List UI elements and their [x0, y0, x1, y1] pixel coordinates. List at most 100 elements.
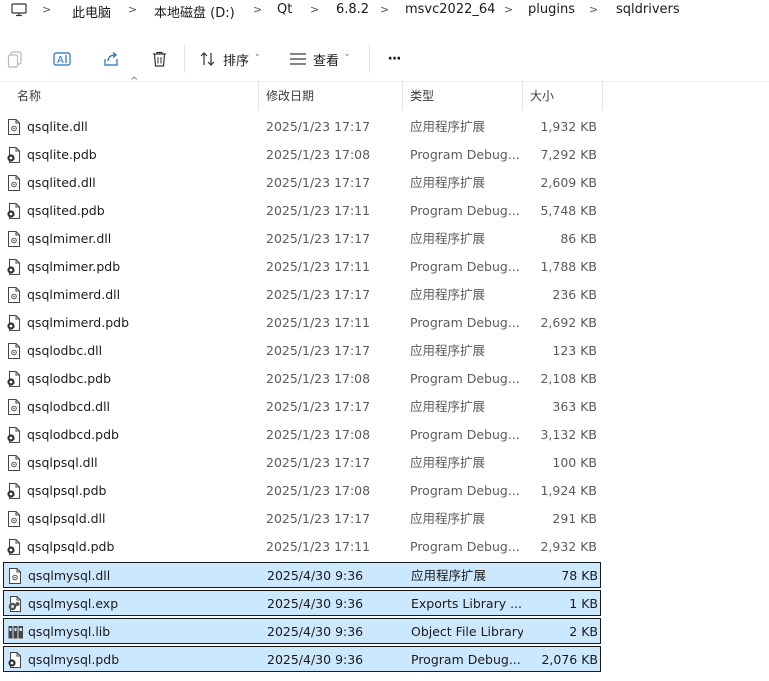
dll-file-icon: [8, 568, 22, 584]
file-type: 应用程序扩展: [410, 119, 486, 134]
pdb-file-icon: [7, 539, 21, 555]
sort-button[interactable]: 排序 ˅: [199, 46, 267, 72]
file-row[interactable]: qsqlmimer.dll 2025/1/23 17:17 应用程序扩展 86 KB: [3, 226, 601, 252]
file-date: 2025/1/23 17:17: [266, 343, 371, 358]
file-date: 2025/1/23 17:17: [266, 511, 371, 526]
breadcrumb-item[interactable]: msvc2022_64: [405, 2, 495, 17]
column-divider[interactable]: [602, 82, 603, 110]
file-date: 2025/1/23 17:17: [266, 175, 371, 190]
file-row[interactable]: qsqlodbc.pdb 2025/1/23 17:08 Program Debug…: [3, 366, 601, 392]
column-header-type[interactable]: 类型: [403, 82, 522, 110]
file-size: 2,076 KB: [541, 652, 598, 667]
file-type: Program Debug...: [410, 203, 520, 218]
dll-file-icon: [7, 175, 21, 191]
file-size: 236 KB: [552, 287, 597, 302]
column-header-size[interactable]: 大小: [523, 82, 602, 110]
view-label: 查看: [313, 53, 340, 69]
file-size: 3,132 KB: [540, 427, 597, 442]
file-name: qsqlpsqld.pdb: [27, 539, 115, 554]
file-row[interactable]: qsqlodbc.dll 2025/1/23 17:17 应用程序扩展 123 KB: [3, 338, 601, 364]
file-name: qsqlmimer.dll: [27, 231, 112, 246]
share-button[interactable]: [99, 46, 123, 72]
dll-file-icon: [7, 399, 21, 415]
file-row[interactable]: qsqlite.pdb 2025/1/23 17:08 Program Debug.…: [3, 142, 601, 168]
file-row[interactable]: qsqlite.dll 2025/1/23 17:17 应用程序扩展 1,932 KB: [3, 114, 601, 140]
file-date: 2025/1/23 17:11: [266, 315, 371, 330]
file-type: 应用程序扩展: [410, 231, 486, 246]
file-type: Program Debug...: [410, 539, 520, 554]
file-row[interactable]: qsqlpsql.dll 2025/1/23 17:17 应用程序扩展 100 KB: [3, 450, 601, 476]
file-date: 2025/4/30 9:36: [267, 596, 364, 611]
file-row[interactable]: qsqlpsqld.pdb 2025/1/23 17:11 Program Debu…: [3, 534, 601, 560]
file-size: 123 KB: [552, 343, 597, 358]
breadcrumb: > 此电脑 > 本地磁盘 (D:) > Qt > 6.8.2 > msvc202…: [0, 0, 769, 22]
file-name: qsqlmysql.pdb: [28, 652, 120, 667]
more-options-button[interactable]: ···: [381, 46, 407, 72]
file-row[interactable]: qsqlmysql.exp 2025/4/30 9:36 Exports Libra…: [3, 590, 601, 616]
dll-file-icon: [7, 343, 21, 359]
file-name: qsqlmimer.pdb: [27, 259, 121, 274]
column-header: ^ 名称 修改日期 类型 大小: [0, 76, 769, 110]
command-bar: A 排序 ˅ 查看 ˅ ···: [0, 36, 769, 82]
pdb-file-icon: [8, 652, 22, 668]
file-size: 5,748 KB: [540, 203, 597, 218]
file-size: 1,788 KB: [540, 259, 597, 274]
file-row[interactable]: qsqlmysql.dll 2025/4/30 9:36 应用程序扩展 78 KB: [3, 562, 601, 588]
file-row[interactable]: qsqlodbcd.pdb 2025/1/23 17:08 Program Debu…: [3, 422, 601, 448]
computer-icon[interactable]: [11, 3, 27, 20]
file-row[interactable]: qsqlmimerd.dll 2025/1/23 17:17 应用程序扩展 236 K…: [3, 282, 601, 308]
file-size: 1,924 KB: [540, 483, 597, 498]
file-date: 2025/1/23 17:17: [266, 287, 371, 302]
file-name: qsqlpsql.dll: [27, 455, 98, 470]
file-row[interactable]: qsqlpsqld.dll 2025/1/23 17:17 应用程序扩展 291 KB: [3, 506, 601, 532]
file-row[interactable]: qsqlpsql.pdb 2025/1/23 17:08 Program Debug…: [3, 478, 601, 504]
lib-file-icon: [8, 624, 23, 640]
file-type: 应用程序扩展: [410, 455, 486, 470]
breadcrumb-item[interactable]: 6.8.2: [336, 2, 369, 17]
breadcrumb-item-current[interactable]: sqldrivers: [616, 2, 680, 17]
column-header-name[interactable]: 名称: [10, 82, 258, 110]
delete-button[interactable]: [148, 46, 170, 72]
file-type: Exports Library ...: [411, 596, 523, 611]
breadcrumb-item[interactable]: 本地磁盘 (D:): [154, 2, 235, 21]
file-size: 2,692 KB: [540, 315, 597, 330]
breadcrumb-separator-icon: >: [589, 3, 599, 16]
breadcrumb-separator-icon: >: [380, 3, 390, 16]
pdb-file-icon: [7, 147, 21, 163]
file-size: 291 KB: [552, 511, 597, 526]
file-type: Program Debug...: [411, 652, 521, 667]
file-name: qsqlodbc.pdb: [27, 371, 112, 386]
rename-button[interactable]: A: [50, 46, 74, 72]
copy-button[interactable]: [4, 46, 26, 72]
file-row[interactable]: qsqlmimerd.pdb 2025/1/23 17:11 Program Deb…: [3, 310, 601, 336]
breadcrumb-item[interactable]: plugins: [528, 2, 575, 17]
file-row[interactable]: qsqlited.pdb 2025/1/23 17:11 Program Debug…: [3, 198, 601, 224]
column-header-date[interactable]: 修改日期: [259, 82, 402, 110]
dll-file-icon: [7, 511, 21, 527]
trash-icon: [152, 51, 166, 67]
file-date: 2025/1/23 17:11: [266, 203, 371, 218]
file-size: 1 KB: [569, 596, 598, 611]
exp-file-icon: [8, 596, 22, 612]
file-row[interactable]: qsqlmimer.pdb 2025/1/23 17:11 Program Debu…: [3, 254, 601, 280]
file-name: qsqlpsqld.dll: [27, 511, 106, 526]
breadcrumb-item[interactable]: 此电脑: [72, 2, 111, 21]
view-button[interactable]: 查看 ˅: [289, 46, 359, 72]
file-row[interactable]: qsqlmysql.lib 2025/4/30 9:36 Object File L…: [3, 618, 601, 644]
file-row[interactable]: qsqlodbcd.dll 2025/1/23 17:17 应用程序扩展 363 KB: [3, 394, 601, 420]
file-row[interactable]: qsqlited.dll 2025/1/23 17:17 应用程序扩展 2,609 K…: [3, 170, 601, 196]
file-date: 2025/1/23 17:17: [266, 119, 371, 134]
file-type: Program Debug...: [410, 259, 520, 274]
toolbar-divider: [184, 45, 185, 73]
pdb-file-icon: [7, 259, 21, 275]
breadcrumb-separator-icon: >: [128, 3, 138, 16]
breadcrumb-item[interactable]: Qt: [277, 2, 292, 17]
file-name: qsqlmimerd.dll: [27, 287, 121, 302]
share-icon: [104, 52, 118, 66]
file-date: 2025/1/23 17:08: [266, 427, 371, 442]
file-size: 2,609 KB: [540, 175, 597, 190]
file-row[interactable]: qsqlmysql.pdb 2025/4/30 9:36 Program Debug…: [3, 646, 601, 672]
file-name: qsqlmysql.dll: [28, 568, 111, 583]
file-type: 应用程序扩展: [410, 399, 486, 414]
file-size: 363 KB: [552, 399, 597, 414]
